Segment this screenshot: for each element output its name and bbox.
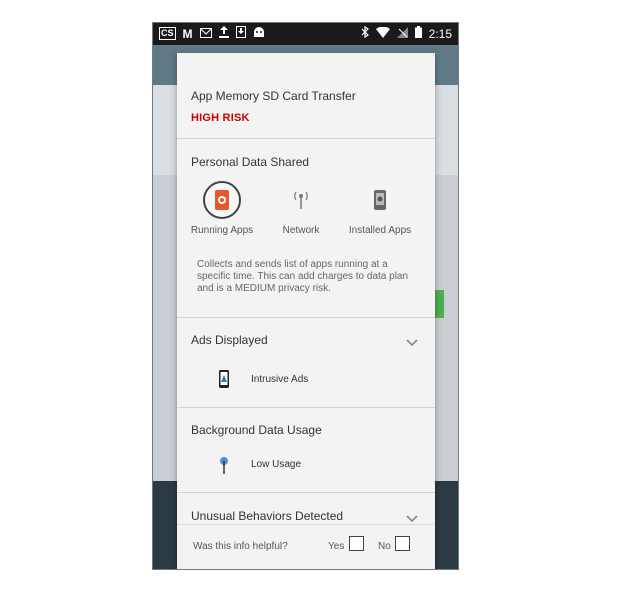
network-icon [282,181,320,219]
permission-description: Collects and sends list of apps running … [197,259,409,294]
risk-level: HIGH RISK [191,112,250,124]
m-icon: M [182,26,193,41]
low-usage-label: Low Usage [251,459,302,470]
divider [177,407,435,408]
personal-data-title: Personal Data Shared [191,155,310,169]
perm-label: Installed Apps [348,225,412,236]
feedback-question: Was this info helpful? [193,541,288,552]
installed-apps-icon [361,181,399,219]
perm-installed-apps[interactable]: Installed Apps [340,181,420,236]
perm-label: Network [282,225,320,236]
android-icon [253,26,265,41]
mail-icon [199,27,212,41]
divider [177,317,435,318]
app-name: App Memory SD Card Transfer [191,89,356,103]
wifi-icon [375,26,390,41]
download-icon [235,26,246,41]
background-data-title: Background Data Usage [191,423,322,437]
status-bar: CS M 2:15 [153,23,458,45]
no-signal-icon [396,26,408,41]
divider [177,138,435,139]
clock: 2:15 [428,26,452,41]
battery-icon [414,26,422,41]
app-risk-dialog: App Memory SD Card Transfer HIGH RISK Pe… [177,53,435,569]
unusual-behaviors-title[interactable]: Unusual Behaviors Detected [191,509,343,523]
running-apps-icon [203,181,241,219]
upload-icon [218,26,229,41]
bluetooth-icon [361,25,369,41]
feedback-footer: Was this info helpful? Yes No [177,524,435,569]
perm-running-apps[interactable]: Running Apps [182,181,262,236]
phone-screen: CS M 2:15 App Memory SD Card Transfer HI… [152,22,459,570]
yes-checkbox[interactable] [349,536,364,551]
chevron-down-icon[interactable] [405,335,419,349]
chevron-down-icon[interactable] [405,511,419,525]
intrusive-ads-icon [219,370,229,388]
divider [177,492,435,493]
low-usage-icon [220,457,228,474]
no-checkbox[interactable] [395,536,410,551]
cs-icon: CS [159,27,176,40]
ads-title[interactable]: Ads Displayed [191,333,268,347]
no-label: No [378,541,391,552]
perm-network[interactable]: Network [261,181,341,236]
yes-label: Yes [328,541,345,552]
intrusive-ads-label: Intrusive Ads [251,374,309,385]
perm-label: Running Apps [190,225,254,236]
